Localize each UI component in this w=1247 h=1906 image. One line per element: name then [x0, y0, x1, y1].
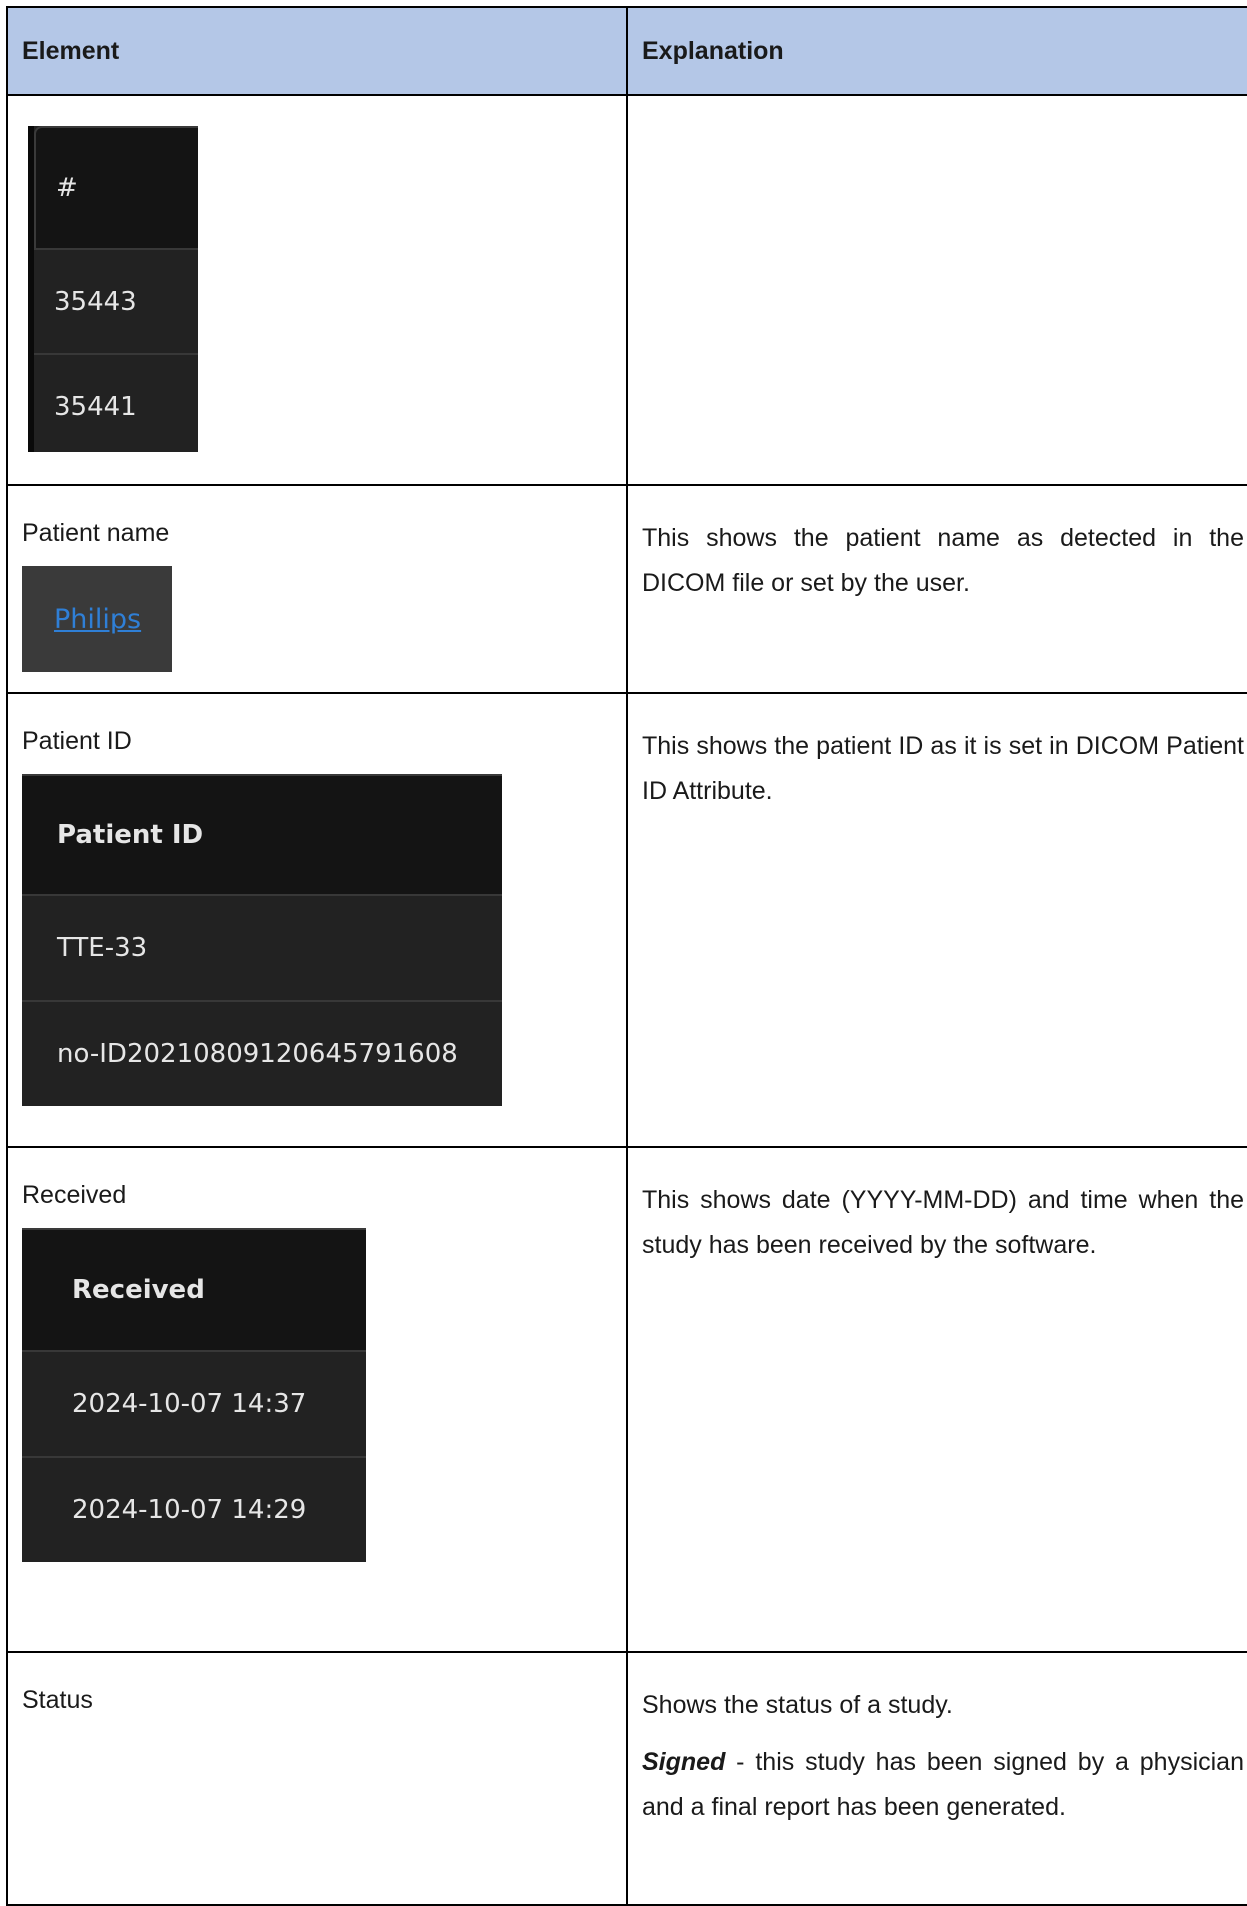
element-cell: Status: [6, 1651, 628, 1906]
number-cell: 35443: [34, 248, 198, 353]
received-cell: 2024-10-07 14:29: [22, 1456, 366, 1562]
element-label: Patient name: [22, 519, 170, 547]
header-element: Element: [6, 6, 628, 96]
explanation-cell: [626, 94, 1247, 486]
documentation-table: Element Explanation # 35443 35441 Patien…: [6, 6, 1247, 1906]
element-label: Status: [22, 1686, 93, 1714]
status-definition: Signed - this study has been signed by a…: [642, 1740, 1244, 1830]
explanation-text: This shows the patient name as detected …: [642, 524, 1244, 597]
table-row: Status Shows the status of a study. Sign…: [6, 1651, 1247, 1906]
table-header-row: Element Explanation: [6, 6, 1247, 96]
explanation-cell: This shows the patient name as detected …: [626, 484, 1247, 694]
status-term: Signed: [642, 1748, 726, 1776]
header-explanation: Explanation: [626, 6, 1247, 96]
explanation-text: Shows the status of a study.: [642, 1691, 953, 1719]
explanation-cell: This shows date (YYYY-MM-DD) and time wh…: [626, 1146, 1247, 1653]
explanation-text: This shows date (YYYY-MM-DD) and time wh…: [642, 1186, 1244, 1259]
element-label: Patient ID: [22, 727, 132, 755]
patient-name-screenshot: Philips: [22, 566, 172, 672]
patient-name-link[interactable]: Philips: [54, 604, 141, 635]
number-cell: 35441: [34, 353, 198, 458]
number-column-screenshot: # 35443 35441: [28, 126, 198, 452]
patient-id-cell: no-ID20210809120645791608: [22, 1000, 502, 1106]
explanation-text: This shows the patient ID as it is set i…: [642, 732, 1244, 805]
element-cell: Patient name Philips: [6, 484, 628, 694]
element-cell: # 35443 35441: [6, 94, 628, 486]
received-cell: 2024-10-07 14:37: [22, 1350, 366, 1456]
element-cell: Received Received 2024-10-07 14:37 2024-…: [6, 1146, 628, 1653]
number-column-header: #: [34, 126, 198, 248]
table-row: Received Received 2024-10-07 14:37 2024-…: [6, 1146, 1247, 1653]
explanation-cell: This shows the patient ID as it is set i…: [626, 692, 1247, 1148]
table-row: # 35443 35441: [6, 94, 1247, 486]
received-column-header: Received: [22, 1228, 366, 1350]
patient-id-column-header: Patient ID: [22, 774, 502, 894]
status-description: - this study has been signed by a physic…: [642, 1748, 1244, 1821]
element-cell: Patient ID Patient ID TTE-33 no-ID202108…: [6, 692, 628, 1148]
explanation-cell: Shows the status of a study. Signed - th…: [626, 1651, 1247, 1906]
received-screenshot: Received 2024-10-07 14:37 2024-10-07 14:…: [22, 1228, 366, 1562]
table-row: Patient ID Patient ID TTE-33 no-ID202108…: [6, 692, 1247, 1148]
patient-id-screenshot: Patient ID TTE-33 no-ID20210809120645791…: [22, 774, 502, 1106]
element-label: Received: [22, 1181, 127, 1209]
patient-id-cell: TTE-33: [22, 894, 502, 1000]
table-row: Patient name Philips This shows the pati…: [6, 484, 1247, 694]
